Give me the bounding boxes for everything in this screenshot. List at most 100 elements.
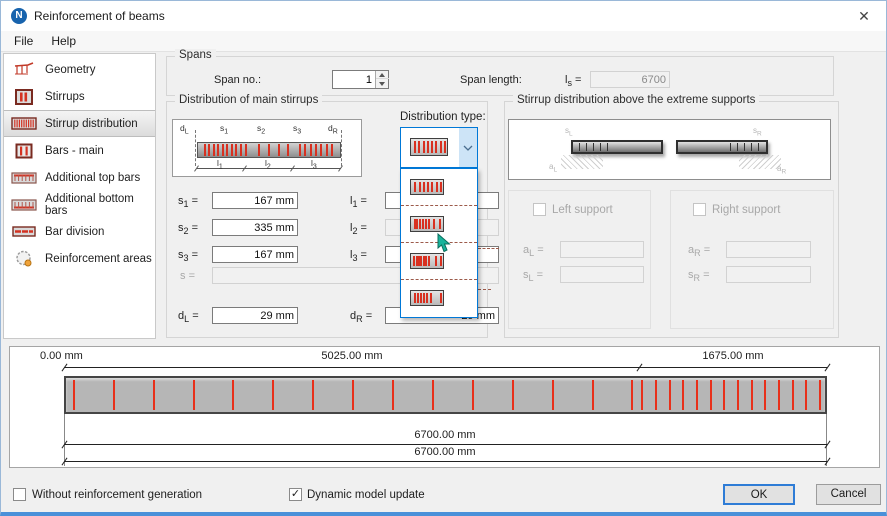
diagram-label-sl: sL xyxy=(565,126,573,138)
sidebar: Geometry Stirrups Stirrup distribution Bars… xyxy=(3,53,156,339)
sidebar-item-geometry[interactable]: Geometry xyxy=(4,56,155,83)
sl-label: sL = xyxy=(523,269,544,284)
diagram-label-al: aL xyxy=(549,162,558,174)
additional-top-bars-icon xyxy=(11,170,37,186)
reinforcement-areas-icon xyxy=(11,250,37,267)
dl-field[interactable] xyxy=(212,307,298,324)
title-bar[interactable]: N Reinforcement of beams ✕ xyxy=(1,1,886,31)
s1-field[interactable] xyxy=(212,192,298,209)
s3-field[interactable] xyxy=(212,246,298,263)
left-beam xyxy=(571,140,663,154)
sidebar-item-label: Geometry xyxy=(45,63,96,76)
sidebar-item-bars-main[interactable]: Bars - main xyxy=(4,137,155,164)
beam-preview-panel: 0.00 mm 5025.00 mm 1675.00 mm 6700.00 mm… xyxy=(9,346,880,468)
sr-field xyxy=(726,266,811,283)
sidebar-item-additional-bottom-bars[interactable]: Additional bottom bars xyxy=(4,191,155,218)
s-label: s = xyxy=(180,270,195,282)
s2-field[interactable] xyxy=(212,219,298,236)
ar-label: aR = xyxy=(688,244,711,259)
al-field xyxy=(560,241,644,258)
stirrups-icon xyxy=(11,88,37,105)
window-title: Reinforcement of beams xyxy=(34,9,165,23)
top-dimension-line xyxy=(64,367,827,368)
without-generation-label: Without reinforcement generation xyxy=(32,489,203,501)
close-icon[interactable]: ✕ xyxy=(850,5,878,27)
menu-item-file[interactable]: File xyxy=(5,32,42,50)
sidebar-item-label: Bar division xyxy=(45,225,105,238)
spinner-down-icon[interactable] xyxy=(376,80,389,88)
s1-label: s1 = xyxy=(178,195,199,210)
s2-label: s2 = xyxy=(178,222,199,237)
supports-group: Stirrup distribution above the extreme s… xyxy=(504,94,839,338)
span-length-label: Span length: xyxy=(460,74,522,86)
diagram-beam xyxy=(197,142,341,158)
sidebar-item-label: Additional top bars xyxy=(45,171,141,184)
supports-diagram: sL sR aL aR xyxy=(508,119,831,180)
ar-field xyxy=(726,241,811,258)
dim-offset-label: 0.00 mm xyxy=(40,350,83,362)
stirrup-pattern-icon xyxy=(410,179,444,195)
dim-total2-label: 6700.00 mm xyxy=(414,446,476,458)
l2-label: l2 = xyxy=(350,222,367,237)
geometry-icon xyxy=(11,62,37,78)
chevron-down-icon xyxy=(463,145,473,151)
distribution-type-combobox[interactable] xyxy=(400,127,478,168)
sr-label: sR = xyxy=(688,269,710,284)
sidebar-item-additional-top-bars[interactable]: Additional top bars xyxy=(4,164,155,191)
diagram-label-sr: sR xyxy=(753,126,762,138)
diagram-label-dr: dR xyxy=(328,123,338,136)
menu-bar: File Help xyxy=(1,31,886,52)
dim-total1-label: 6700.00 mm xyxy=(414,429,476,441)
ok-button[interactable]: OK xyxy=(723,484,795,505)
beam-drawing xyxy=(64,376,827,414)
l3-label: l3 = xyxy=(350,249,367,264)
diagram-label-s3: s3 xyxy=(293,123,302,136)
sidebar-item-label: Stirrup distribution xyxy=(45,117,138,130)
sidebar-item-reinforcement-areas[interactable]: Reinforcement areas xyxy=(4,245,155,272)
mouse-cursor xyxy=(437,232,451,256)
menu-item-help[interactable]: Help xyxy=(42,32,85,50)
left-support-label: Left support xyxy=(552,204,613,216)
s3-label: s3 = xyxy=(178,249,199,264)
dynamic-update-label: Dynamic model update xyxy=(307,489,425,501)
combobox-arrow-button[interactable] xyxy=(459,128,477,167)
span-length-field xyxy=(590,71,670,88)
diagram-label-l3: l3 xyxy=(311,158,317,171)
left-support-checkbox xyxy=(533,203,546,216)
spans-group: Spans Span no.: Span length: ls = xyxy=(166,49,834,96)
diagram-label-ar: aR xyxy=(777,164,787,176)
left-support-panel: Left support aL = sL = xyxy=(508,190,651,329)
sidebar-item-label: Additional bottom bars xyxy=(45,192,134,217)
app-logo-icon: N xyxy=(11,8,27,24)
diagram-label-s1: s1 xyxy=(220,123,229,136)
cancel-button[interactable]: Cancel xyxy=(816,484,881,505)
span-length-symbol: ls = xyxy=(565,74,582,89)
diagram-label-dl: dL xyxy=(180,123,189,136)
dim-zone2-label: 1675.00 mm xyxy=(702,350,764,362)
sidebar-item-label: Bars - main xyxy=(45,144,104,157)
sidebar-item-bar-division[interactable]: Bar division xyxy=(4,218,155,245)
main-stirrups-legend: Distribution of main stirrups xyxy=(175,94,323,106)
distribution-option-dense-left-end-bar[interactable] xyxy=(401,280,477,317)
dynamic-update-checkbox[interactable]: ✓ xyxy=(289,488,302,501)
diagram-label-l1: l1 xyxy=(217,158,223,171)
bar-division-icon xyxy=(11,224,37,240)
without-generation-checkbox[interactable] xyxy=(13,488,26,501)
span-no-stepper[interactable] xyxy=(332,70,389,89)
stirrup-pattern-icon xyxy=(410,290,444,306)
spans-legend: Spans xyxy=(175,49,216,61)
stirrup-distribution-icon xyxy=(11,116,37,132)
mid-dimension-line xyxy=(64,444,827,445)
right-support-label: Right support xyxy=(712,204,781,216)
distribution-type-label: Distribution type: xyxy=(400,111,486,123)
al-label: aL = xyxy=(523,244,544,259)
sidebar-item-label: Stirrups xyxy=(45,90,85,103)
selected-stirrup-pattern-icon xyxy=(410,138,448,156)
diagram-label-l2: l2 xyxy=(265,158,271,171)
spinner-up-icon[interactable] xyxy=(376,71,389,79)
dim-zone1-label: 5025.00 mm xyxy=(321,350,383,362)
distribution-option-uniform[interactable] xyxy=(401,169,477,206)
sidebar-item-stirrup-distribution[interactable]: Stirrup distribution xyxy=(4,110,155,137)
span-no-input[interactable] xyxy=(333,71,375,88)
sidebar-item-stirrups[interactable]: Stirrups xyxy=(4,83,155,110)
